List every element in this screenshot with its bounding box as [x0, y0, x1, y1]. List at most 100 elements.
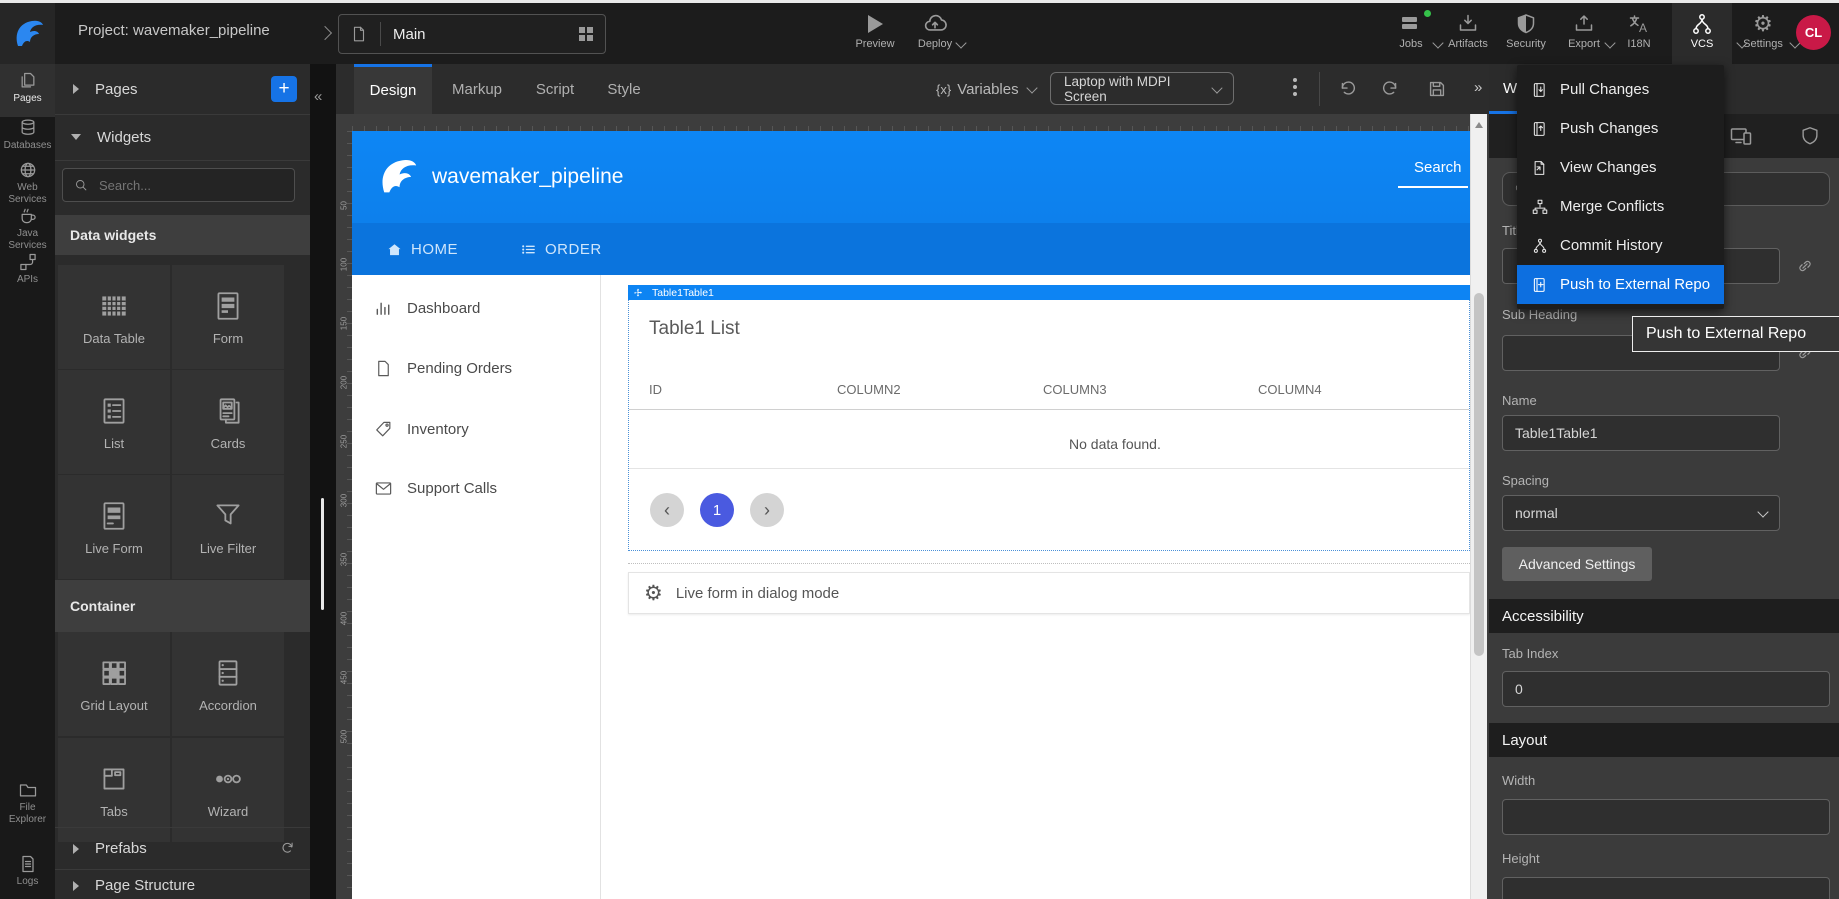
api-connector-icon [18, 252, 38, 272]
widget-card-data-table[interactable]: Data Table [58, 265, 170, 369]
redo-icon[interactable] [1380, 78, 1402, 100]
app-logo-icon [374, 154, 420, 200]
panel-divider: « [310, 64, 336, 899]
collapse-panel-button[interactable]: « [314, 88, 322, 105]
devices-icon[interactable] [1729, 124, 1753, 148]
panel-tab-widget[interactable]: W [1503, 80, 1517, 97]
save-icon[interactable] [1426, 78, 1448, 100]
avatar[interactable]: CL [1796, 15, 1831, 50]
widget-card-live-filter[interactable]: Live Filter [172, 475, 284, 579]
page-structure-row[interactable]: Page Structure [55, 872, 310, 899]
wavemaker-logo[interactable] [0, 3, 55, 64]
grid-view-icon[interactable] [578, 26, 594, 42]
widget-card-form[interactable]: Form [172, 265, 284, 369]
app-search-link[interactable]: Search [1414, 159, 1462, 176]
rail-item-databases[interactable]: Databases [0, 118, 55, 152]
variables-button[interactable]: {x} Variables [936, 64, 1036, 114]
canvas-scrollbar[interactable] [1470, 114, 1487, 899]
name-input[interactable] [1502, 415, 1780, 451]
move-icon[interactable] [633, 288, 643, 298]
column-header-column3[interactable]: COLUMN3 [1043, 382, 1107, 397]
live-form-widget[interactable]: ⚙ Live form in dialog mode [628, 572, 1470, 614]
scrollbar-thumb[interactable] [1474, 293, 1484, 656]
widget-search-box[interactable] [62, 168, 295, 202]
nav-item-home[interactable]: HOME [386, 241, 458, 258]
tab-markup[interactable]: Markup [440, 64, 514, 114]
export-button[interactable]: Export [1555, 10, 1613, 50]
tab-design[interactable]: Design [354, 64, 432, 114]
widget-card-cards[interactable]: Cards [172, 370, 284, 474]
form-icon [211, 289, 245, 323]
column-header-column4[interactable]: COLUMN4 [1258, 382, 1322, 397]
undo-icon[interactable] [1336, 78, 1358, 100]
bind-link-icon[interactable] [1795, 256, 1815, 276]
shield-icon[interactable] [1799, 125, 1821, 147]
pagination-page-1[interactable]: 1 [700, 493, 734, 527]
tab-style[interactable]: Style [594, 64, 654, 114]
menu-item-merge-conflicts[interactable]: Merge Conflicts [1517, 187, 1724, 226]
menu-item-push-to-external-repo[interactable]: Push to External Repo [1517, 265, 1724, 304]
i18n-button[interactable]: A I18N [1610, 10, 1668, 50]
table-widget-body[interactable]: Table1 List ID COLUMN2 COLUMN3 COLUMN4 N… [628, 300, 1470, 551]
deploy-button[interactable]: Deploy [906, 10, 964, 50]
vcs-button[interactable]: VCS [1672, 3, 1732, 64]
variables-chevron-icon [1026, 82, 1037, 93]
jobs-button[interactable]: Jobs [1382, 10, 1440, 50]
spacing-select[interactable]: normal [1502, 495, 1780, 531]
page-tab-main[interactable]: Main [338, 14, 606, 54]
app-header[interactable]: wavemaker_pipeline Search [352, 131, 1470, 223]
rail-item-logs[interactable]: Logs [0, 854, 55, 888]
width-input[interactable] [1502, 799, 1830, 835]
artifacts-button[interactable]: Artifacts [1439, 10, 1497, 50]
collapse-arrow-icon [73, 844, 79, 854]
layout-section-header[interactable]: Layout [1489, 723, 1839, 757]
scroll-up-arrow[interactable] [1475, 122, 1483, 128]
container-dotted-edge [628, 563, 1470, 564]
rail-item-java-services[interactable]: Java Services [0, 206, 55, 251]
more-options-button[interactable] [1293, 78, 1297, 96]
app-sidebar-item-support-calls[interactable]: Support Calls [352, 473, 600, 503]
widget-card-grid-layout[interactable]: Grid Layout [58, 632, 170, 736]
pages-section-row[interactable]: Pages + [55, 64, 310, 115]
column-header-column2[interactable]: COLUMN2 [837, 382, 901, 397]
menu-item-commit-history[interactable]: Commit History [1517, 226, 1724, 265]
device-selector[interactable]: Laptop with MDPI Screen [1050, 72, 1234, 105]
rail-item-apis[interactable]: APIs [0, 252, 55, 286]
expand-panel-button[interactable]: » [1474, 79, 1482, 96]
pagination-prev-button[interactable]: ‹ [650, 493, 684, 527]
pagination-next-button[interactable]: › [750, 493, 784, 527]
widget-selection-bar[interactable]: Table1Table1 [628, 285, 1470, 300]
add-page-button[interactable]: + [271, 76, 297, 102]
tab-index-input[interactable] [1502, 671, 1830, 707]
widget-card-list[interactable]: List [58, 370, 170, 474]
device-selector-value: Laptop with MDPI Screen [1064, 74, 1213, 104]
widgets-section-row[interactable]: Widgets [55, 114, 310, 161]
refresh-icon[interactable] [279, 840, 296, 857]
app-sidebar-item-dashboard[interactable]: Dashboard [352, 293, 600, 323]
settings-button[interactable]: ⚙ Settings [1734, 10, 1792, 50]
app-sidebar-item-pending-orders[interactable]: Pending Orders [352, 353, 600, 383]
widget-card-live-form[interactable]: Live Form [58, 475, 170, 579]
rail-item-file-explorer[interactable]: File Explorer [0, 780, 55, 825]
prefabs-section-row[interactable]: Prefabs [55, 827, 310, 870]
menu-item-push-changes[interactable]: Push Changes [1517, 109, 1724, 148]
menu-item-view-changes[interactable]: View Changes [1517, 148, 1724, 187]
divider-scrollbar[interactable] [321, 498, 324, 610]
grid-layout-icon [97, 656, 131, 690]
preview-button[interactable]: Preview [846, 10, 904, 50]
menu-item-pull-changes[interactable]: Pull Changes [1517, 70, 1724, 109]
advanced-settings-button[interactable]: Advanced Settings [1502, 547, 1652, 581]
height-input[interactable] [1502, 877, 1830, 899]
column-header-id[interactable]: ID [649, 382, 662, 397]
rail-item-pages[interactable]: Pages [0, 64, 55, 117]
nav-item-order[interactable]: ORDER [520, 241, 602, 258]
security-button[interactable]: Security [1497, 10, 1555, 50]
page-tab-label: Main [393, 26, 426, 43]
rail-item-web-services[interactable]: Web Services [0, 160, 55, 205]
widget-search-input[interactable] [97, 177, 271, 194]
app-sidebar-item-inventory[interactable]: Inventory [352, 414, 600, 444]
accessibility-section-header[interactable]: Accessibility [1489, 599, 1839, 633]
table-widget-selection[interactable]: Table1Table1 Table1 List ID COLUMN2 COLU… [628, 285, 1470, 551]
widget-card-accordion[interactable]: Accordion [172, 632, 284, 736]
tab-script[interactable]: Script [522, 64, 588, 114]
